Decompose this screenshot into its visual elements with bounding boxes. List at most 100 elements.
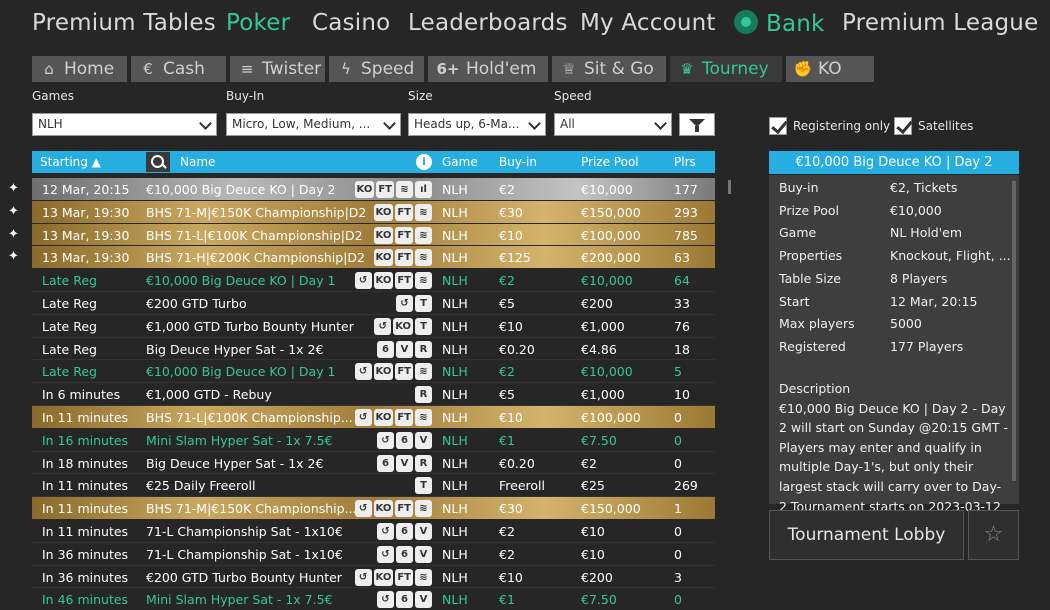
row-buyin: €2	[499, 364, 515, 380]
favorite-star-icon[interactable]: ☆	[968, 510, 1019, 560]
table-row[interactable]: In 11 minutes BHS 71-M|€150K Championship…	[32, 497, 715, 520]
row-players: 63	[674, 250, 690, 266]
row-start-time: In 11 minutes	[42, 523, 129, 539]
detail-field-label: Registered	[779, 338, 846, 354]
speed-select[interactable]: All	[554, 113, 672, 136]
tournament-lobby-button[interactable]: Tournament Lobby	[769, 510, 964, 560]
row-tournament-name: €200 GTD Turbo	[146, 295, 247, 311]
row-players: 5	[674, 364, 682, 380]
tournament-badge: ≋	[415, 408, 432, 426]
table-row[interactable]: Late Reg €200 GTD Turbo NLH €5 €200 33 ↺ T	[32, 292, 715, 315]
row-prize-pool: €10,000	[581, 273, 633, 289]
pin-icon[interactable]: ✦	[8, 227, 22, 242]
buyin-select[interactable]: Micro, Low, Medium, ...	[226, 113, 401, 136]
size-select[interactable]: Heads up, 6-Ma...	[408, 113, 546, 136]
table-row[interactable]: 13 Mar, 19:30 BHS 71-H|€200K Championship…	[32, 246, 715, 270]
table-row[interactable]: 13 Mar, 19:30 BHS 71-L|€100K Championship…	[32, 223, 715, 247]
table-row[interactable]: In 11 minutes 71-L Championship Sat - 1x1…	[32, 520, 715, 543]
nav-bank[interactable]: Bank	[734, 10, 825, 37]
column-starting[interactable]: Starting ▲	[40, 155, 101, 169]
tournament-badge: 6	[396, 522, 413, 540]
info-icon[interactable]: i	[416, 154, 432, 170]
row-prize-pool: €4.86	[581, 341, 617, 357]
row-game: NLH	[442, 273, 468, 289]
tournament-badge: T	[415, 477, 432, 495]
table-row[interactable]: In 16 minutes Mini Slam Hyper Sat - 1x 7.…	[32, 429, 715, 452]
tab-holdem[interactable]: 6+ Hold'em	[428, 56, 548, 82]
row-prize-pool: €10	[581, 523, 605, 539]
tournament-badge: T	[415, 317, 432, 335]
row-prize-pool: €200	[581, 569, 613, 585]
column-prize-pool[interactable]: Prize Pool	[581, 155, 639, 169]
tournament-badge: KO	[373, 203, 394, 221]
table-row[interactable]: In 11 minutes €25 Daily Freeroll NLH Freero…	[32, 474, 715, 498]
tab-cash[interactable]: € Cash	[131, 56, 226, 82]
table-row[interactable]: In 18 minutes Big Deuce Hyper Sat - 1x 2€…	[32, 452, 715, 475]
table-row[interactable]: In 6 minutes €1,000 GTD - Rebuy NLH €5 €1,00…	[32, 383, 715, 406]
chevron-down-icon	[383, 117, 396, 130]
detail-field-label: Properties	[779, 248, 843, 264]
table-row[interactable]: 13 Mar, 19:30 BHS 71-M|€150K Championship…	[32, 200, 715, 224]
row-tournament-name: €10,000 Big Deuce KO | Day 2	[146, 182, 336, 197]
nav-casino[interactable]: Casino	[312, 10, 390, 36]
detail-field-label: Start	[779, 293, 810, 309]
pin-icon[interactable]: ✦	[8, 204, 22, 219]
tournament-badge: ≋	[415, 500, 432, 518]
table-row[interactable]: In 36 minutes 71-L Championship Sat - 1x1…	[32, 543, 715, 566]
tab-tourney[interactable]: ♛ Tourney	[670, 56, 782, 82]
tab-home[interactable]: ⌂ Home	[32, 56, 127, 82]
tab-sit-go[interactable]: ♕ Sit & Go	[552, 56, 666, 82]
pin-icon[interactable]: ✦	[8, 250, 22, 264]
row-buyin: Freeroll	[499, 478, 545, 494]
detail-field-value: 12 Mar, 20:15	[890, 293, 978, 309]
column-name[interactable]: Name	[180, 155, 215, 169]
search-icon[interactable]	[146, 152, 170, 172]
table-row[interactable]: Late Reg €1,000 GTD Turbo Bounty Hunter NL…	[32, 315, 715, 338]
row-tournament-name: Mini Slam Hyper Sat - 1x 7.5€	[146, 432, 333, 448]
row-buyin: €125	[499, 250, 531, 266]
column-game[interactable]: Game	[442, 155, 478, 169]
row-start-time: In 18 minutes	[42, 455, 129, 471]
tab-twister[interactable]: ≡ Twister	[230, 56, 325, 82]
registering-only-label: Registering only	[793, 119, 891, 133]
column-players[interactable]: Plrs	[674, 155, 696, 169]
row-game: NLH	[442, 341, 468, 357]
table-row[interactable]: In 46 minutes Mini Slam Hyper Sat - 1x 7.…	[32, 588, 715, 610]
list-scrollbar[interactable]	[728, 180, 731, 194]
registering-only-checkbox[interactable]: Registering only	[769, 117, 890, 135]
table-row[interactable]: In 11 minutes BHS 71-L|€100K Championship…	[32, 405, 715, 429]
row-prize-pool: €7.50	[581, 432, 617, 448]
filter-funnel-button[interactable]	[679, 113, 715, 136]
games-select[interactable]: NLH	[32, 113, 217, 136]
table-row[interactable]: Late Reg €10,000 Big Deuce KO | Day 1 NLH €…	[32, 269, 715, 292]
row-prize-pool: €150,000	[581, 501, 641, 517]
row-prize-pool: €25	[581, 478, 605, 494]
nav-poker[interactable]: Poker	[226, 10, 290, 36]
row-buyin: €1	[499, 592, 515, 608]
nav-premium-tables[interactable]: Premium Tables	[32, 10, 216, 36]
row-badges: R	[415, 386, 432, 404]
row-buyin: €30	[499, 501, 523, 517]
nav-leaderboards[interactable]: Leaderboards	[408, 10, 568, 36]
detail-scrollbar[interactable]	[1012, 181, 1016, 481]
chevron-down-icon	[528, 117, 541, 130]
satellites-checkbox[interactable]: Satellites	[894, 117, 973, 135]
detail-title: €10,000 Big Deuce KO | Day 2	[769, 151, 1019, 174]
table-row[interactable]: 12 Mar, 20:15 €10,000 Big Deuce KO | Day …	[32, 178, 715, 201]
tab-ko[interactable]: ✊ KO	[786, 56, 874, 82]
row-tournament-name: BHS 71-M|€150K Championship|D2	[146, 204, 367, 220]
tournament-badge: ≋	[415, 272, 432, 290]
tournament-badge: V	[415, 431, 432, 449]
nav-my-account[interactable]: My Account	[580, 10, 716, 36]
pin-icon[interactable]: ✦	[8, 182, 22, 196]
nav-premium-league[interactable]: Premium League	[842, 10, 1038, 36]
column-buyin[interactable]: Buy-in	[499, 155, 537, 169]
table-row[interactable]: In 36 minutes €200 GTD Turbo Bounty Hunte…	[32, 566, 715, 589]
row-buyin: €1	[499, 432, 515, 448]
speed-select-value: All	[560, 117, 575, 131]
row-game: NLH	[442, 227, 468, 243]
table-row[interactable]: Late Reg €10,000 Big Deuce KO | Day 1 NLH €…	[32, 360, 715, 384]
table-row[interactable]: Late Reg Big Deuce Hyper Sat - 1x 2€ NLH €0…	[32, 338, 715, 361]
row-players: 0	[674, 409, 682, 425]
tab-speed[interactable]: ϟ Speed	[329, 56, 424, 82]
